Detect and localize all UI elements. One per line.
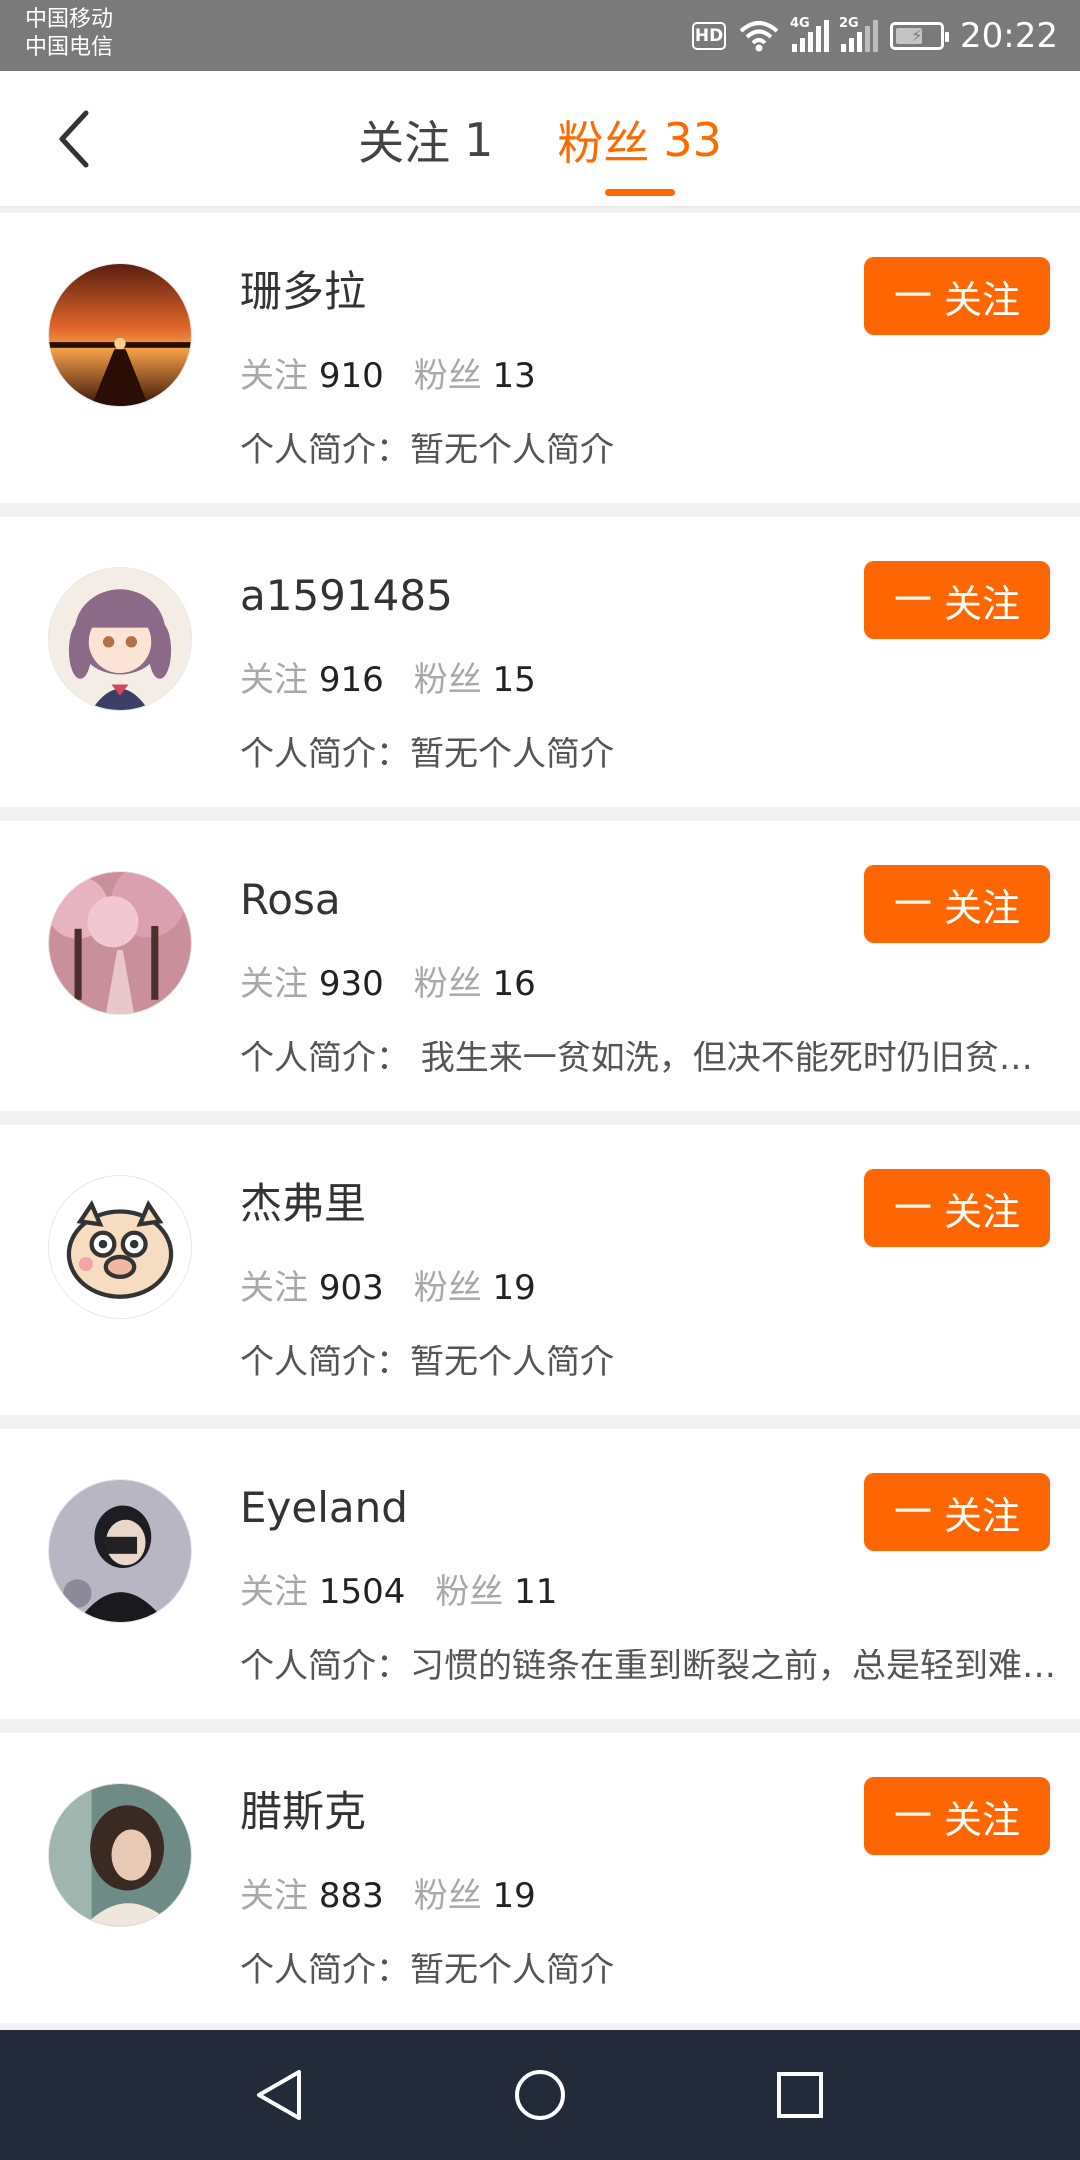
follow-button[interactable]: 一关注	[864, 1777, 1050, 1855]
avatar[interactable]	[48, 1479, 192, 1623]
user-stats: 关注 916 粉丝 15	[240, 660, 536, 700]
tab-following[interactable]: 关注 1	[358, 71, 493, 208]
username[interactable]: 杰弗里	[240, 1183, 366, 1225]
follow-icon: 一	[893, 1186, 932, 1230]
username[interactable]: a1591485	[240, 575, 453, 617]
signal-icon-sim2: 2G	[839, 16, 879, 52]
nav-back-icon[interactable]	[245, 2060, 315, 2130]
sunset-pier-avatar-icon	[49, 264, 191, 406]
carrier-info: 中国移动 中国电信	[25, 6, 113, 62]
tab-bar: 关注 1 粉丝 33	[0, 71, 1080, 208]
battery-icon: ⚡	[890, 21, 950, 50]
cartoon-pig-avatar-icon	[49, 1176, 191, 1318]
user-stats: 关注 1504 粉丝 11	[240, 1572, 558, 1612]
user-bio: 个人简介：暂无个人简介	[240, 1345, 614, 1379]
avatar[interactable]	[48, 263, 192, 407]
fan-list-item[interactable]: 珊多拉 关注 910 粉丝 13 个人简介：暂无个人简介 一关注	[0, 213, 1080, 503]
follow-button[interactable]: 一关注	[864, 561, 1050, 639]
wifi-icon	[739, 20, 779, 51]
nav-recents-icon[interactable]	[765, 2060, 835, 2130]
avatar[interactable]	[48, 1175, 192, 1319]
follow-button[interactable]: 一关注	[864, 1473, 1050, 1551]
status-bar: 中国移动 中国电信 HD 4G 2G ⚡ 20:22	[0, 0, 1080, 71]
anime-girl-avatar-icon	[49, 568, 191, 710]
fan-list-item[interactable]: a1591485 关注 916 粉丝 15 个人简介：暂无个人简介 一关注	[0, 517, 1080, 807]
hd-icon: HD	[692, 21, 727, 50]
carrier-2: 中国电信	[25, 35, 114, 60]
tab-fans[interactable]: 粉丝 33	[557, 71, 722, 208]
follow-button[interactable]: 一关注	[864, 257, 1050, 335]
nav-home-icon[interactable]	[505, 2060, 575, 2130]
fan-list-item[interactable]: Eyeland 关注 1504 粉丝 11 个人简介：习惯的链条在重到断裂之前，总…	[0, 1429, 1080, 1719]
person-phone-avatar-icon	[49, 1480, 191, 1622]
system-nav-bar	[0, 2030, 1080, 2160]
user-bio: 个人简介：暂无个人简介	[240, 1953, 614, 1987]
follow-icon: 一	[893, 1794, 932, 1838]
follow-icon: 一	[893, 882, 932, 926]
username[interactable]: 珊多拉	[240, 271, 366, 313]
girl-portrait-avatar-icon	[49, 1784, 191, 1926]
fan-list-item[interactable]: Rosa 关注 930 粉丝 16 个人简介： 我生来一贫如洗，但决不能死时仍旧贫…	[0, 821, 1080, 1111]
user-stats: 关注 930 粉丝 16	[240, 964, 536, 1004]
fan-list-item[interactable]: 杰弗里 关注 903 粉丝 19 个人简介：暂无个人简介 一关注	[0, 1125, 1080, 1415]
username[interactable]: Eyeland	[240, 1487, 408, 1529]
avatar[interactable]	[48, 567, 192, 711]
user-bio: 个人简介：暂无个人简介	[240, 737, 614, 771]
signal-icon-sim1: 4G	[790, 16, 830, 52]
follow-icon: 一	[893, 1490, 932, 1534]
fans-list: 珊多拉 关注 910 粉丝 13 个人简介：暂无个人简介 一关注 a159148…	[0, 213, 1080, 2037]
username[interactable]: 腊斯克	[240, 1791, 366, 1833]
header: 关注 1 粉丝 33	[0, 71, 1080, 208]
user-bio: 个人简介： 我生来一贫如洗，但决不能死时仍旧贫困潦倒	[240, 1041, 1066, 1075]
user-stats: 关注 883 粉丝 19	[240, 1876, 536, 1916]
follow-icon: 一	[893, 578, 932, 622]
follow-button[interactable]: 一关注	[864, 1169, 1050, 1247]
follow-icon: 一	[893, 274, 932, 318]
username[interactable]: Rosa	[240, 879, 341, 921]
fan-list-item[interactable]: 腊斯克 关注 883 粉丝 19 个人简介：暂无个人简介 一关注	[0, 1733, 1080, 2023]
user-bio: 个人简介：暂无个人简介	[240, 433, 614, 467]
avatar[interactable]	[48, 1783, 192, 1927]
clock: 20:22	[960, 15, 1058, 56]
avatar[interactable]	[48, 871, 192, 1015]
user-bio: 个人简介：习惯的链条在重到断裂之前，总是轻到难以察觉	[240, 1649, 1066, 1683]
status-icons: HD 4G 2G ⚡ 20:22	[692, 0, 1058, 71]
user-stats: 关注 903 粉丝 19	[240, 1268, 536, 1308]
carrier-1: 中国移动	[25, 7, 114, 32]
user-stats: 关注 910 粉丝 13	[240, 356, 536, 396]
active-tab-indicator	[604, 189, 675, 196]
cherry-blossom-avatar-icon	[49, 872, 191, 1014]
follow-button[interactable]: 一关注	[864, 865, 1050, 943]
